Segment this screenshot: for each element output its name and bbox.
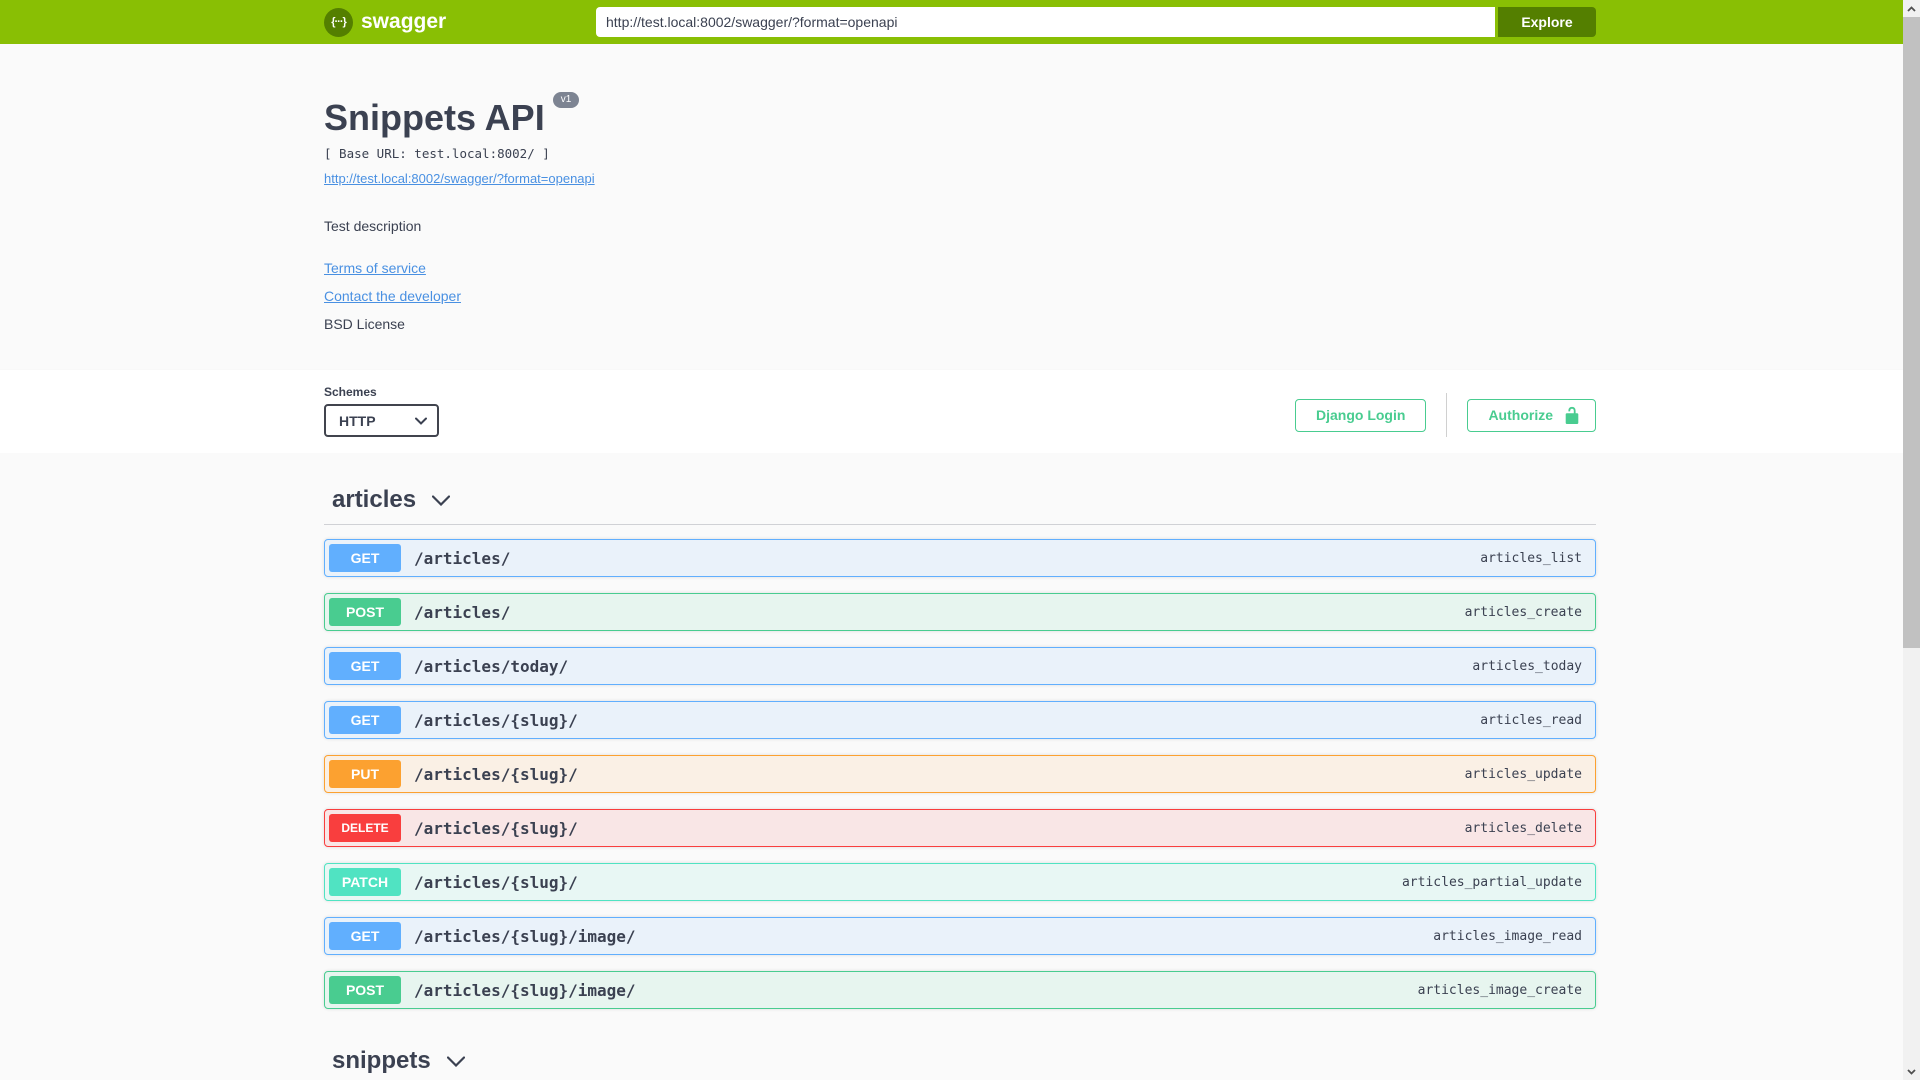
scrollbar-down-arrow-icon[interactable] bbox=[1903, 1063, 1920, 1080]
op-id: articles_delete bbox=[1464, 820, 1582, 836]
api-tag-section: snippets GET /snippets/ snippets_list bbox=[324, 1047, 1596, 1080]
topbar: {···} swagger Explore bbox=[0, 0, 1920, 44]
tag-header[interactable]: articles bbox=[324, 486, 1596, 514]
section-title: articles bbox=[332, 486, 417, 513]
op-id: articles_list bbox=[1480, 550, 1582, 566]
authorize-button[interactable]: Authorize bbox=[1467, 398, 1596, 432]
tag-divider bbox=[324, 524, 1596, 525]
swagger-logo-icon: {···} bbox=[324, 7, 353, 37]
swagger-logo: {···} swagger bbox=[324, 7, 447, 37]
schemes-block: Schemes HTTP bbox=[324, 385, 439, 437]
scheme-select[interactable]: HTTP bbox=[324, 404, 439, 437]
method-badge: PUT bbox=[329, 760, 401, 788]
op-path: /articles/today/ bbox=[414, 656, 569, 676]
op-id: articles_create bbox=[1464, 604, 1582, 620]
operation-row[interactable]: GET /articles/today/ articles_today bbox=[324, 647, 1596, 685]
method-badge: DELETE bbox=[329, 814, 401, 842]
scrollbar-thumb[interactable] bbox=[1903, 17, 1920, 648]
op-path: /articles/{slug}/image/ bbox=[414, 980, 636, 1000]
operation-row[interactable]: POST /articles/{slug}/image/ articles_im… bbox=[324, 971, 1596, 1009]
django-login-label: Django Login bbox=[1316, 407, 1406, 423]
op-id: articles_image_create bbox=[1417, 982, 1582, 998]
method-badge: GET bbox=[329, 922, 401, 950]
api-info-section: Snippets API v1 [ Base URL: test.local:80… bbox=[0, 44, 1920, 370]
op-path: /articles/{slug}/ bbox=[414, 764, 578, 784]
page-title: Snippets API v1 bbox=[324, 92, 1596, 138]
operation-row[interactable]: GET /articles/ articles_list bbox=[324, 539, 1596, 577]
op-path: /articles/{slug}/ bbox=[414, 872, 578, 892]
op-id: articles_read bbox=[1480, 712, 1582, 728]
django-login-button[interactable]: Django Login bbox=[1295, 398, 1427, 432]
op-id: articles_update bbox=[1464, 766, 1582, 782]
op-id: articles_partial_update bbox=[1401, 874, 1582, 890]
operations-list: GET /articles/ articles_list POST /artic… bbox=[324, 539, 1596, 1009]
api-title-text: Snippets API bbox=[324, 97, 545, 138]
api-tag-section: articles GET /articles/ articles_list PO… bbox=[324, 486, 1596, 1009]
base-url: [ Base URL: test.local:8002/ ] bbox=[324, 146, 550, 161]
contact-developer-link[interactable]: Contact the developer bbox=[324, 288, 461, 304]
auth-wrapper: Django Login Authorize bbox=[1295, 393, 1596, 437]
unlocked-padlock-icon bbox=[1565, 406, 1579, 424]
op-path: /articles/ bbox=[414, 602, 511, 622]
op-path: /articles/ bbox=[414, 548, 511, 568]
vertical-scrollbar[interactable] bbox=[1903, 0, 1920, 1080]
scheme-selected-value: HTTP bbox=[339, 412, 376, 429]
method-badge: GET bbox=[329, 652, 401, 680]
op-id: articles_image_read bbox=[1433, 928, 1582, 944]
operation-row[interactable]: GET /articles/{slug}/image/ articles_ima… bbox=[324, 917, 1596, 955]
operation-row[interactable]: GET /articles/{slug}/ articles_read bbox=[324, 701, 1596, 739]
auth-divider bbox=[1446, 393, 1448, 437]
op-path: /articles/{slug}/image/ bbox=[414, 926, 636, 946]
terms-of-service-link[interactable]: Terms of service bbox=[324, 260, 426, 276]
api-description: Test description bbox=[324, 218, 422, 234]
chevron-down-icon bbox=[446, 1055, 465, 1067]
chevron-down-icon bbox=[415, 417, 427, 425]
op-id: articles_today bbox=[1472, 658, 1582, 674]
operation-row[interactable]: POST /articles/ articles_create bbox=[324, 593, 1596, 631]
section-title: snippets bbox=[332, 1047, 431, 1074]
method-badge: GET bbox=[329, 544, 401, 572]
method-badge: PATCH bbox=[329, 868, 401, 896]
explore-button[interactable]: Explore bbox=[1498, 7, 1596, 37]
brand-title: swagger bbox=[361, 10, 447, 33]
op-path: /articles/{slug}/ bbox=[414, 710, 578, 730]
spec-url-input[interactable] bbox=[596, 7, 1495, 37]
operation-row[interactable]: PUT /articles/{slug}/ articles_update bbox=[324, 755, 1596, 793]
version-badge: v1 bbox=[552, 92, 580, 108]
method-badge: POST bbox=[329, 598, 401, 626]
op-path: /articles/{slug}/ bbox=[414, 818, 578, 838]
operations-area: articles GET /articles/ articles_list PO… bbox=[0, 453, 1920, 1080]
spec-json-link[interactable]: http://test.local:8002/swagger/?format=o… bbox=[324, 171, 595, 186]
operation-row[interactable]: DELETE /articles/{slug}/ articles_delete bbox=[324, 809, 1596, 847]
method-badge: POST bbox=[329, 976, 401, 1004]
method-badge: GET bbox=[329, 706, 401, 734]
chevron-down-icon bbox=[432, 494, 451, 506]
authorize-label: Authorize bbox=[1488, 407, 1553, 423]
schemes-label: Schemes bbox=[324, 385, 377, 399]
operation-row[interactable]: PATCH /articles/{slug}/ articles_partial… bbox=[324, 863, 1596, 901]
download-url-form: Explore bbox=[596, 7, 1596, 37]
scheme-container: Schemes HTTP Django Login Authorize bbox=[0, 370, 1920, 453]
license-text: BSD License bbox=[324, 316, 405, 332]
tag-header[interactable]: snippets bbox=[324, 1047, 1596, 1075]
scrollbar-up-arrow-icon[interactable] bbox=[1903, 0, 1920, 17]
